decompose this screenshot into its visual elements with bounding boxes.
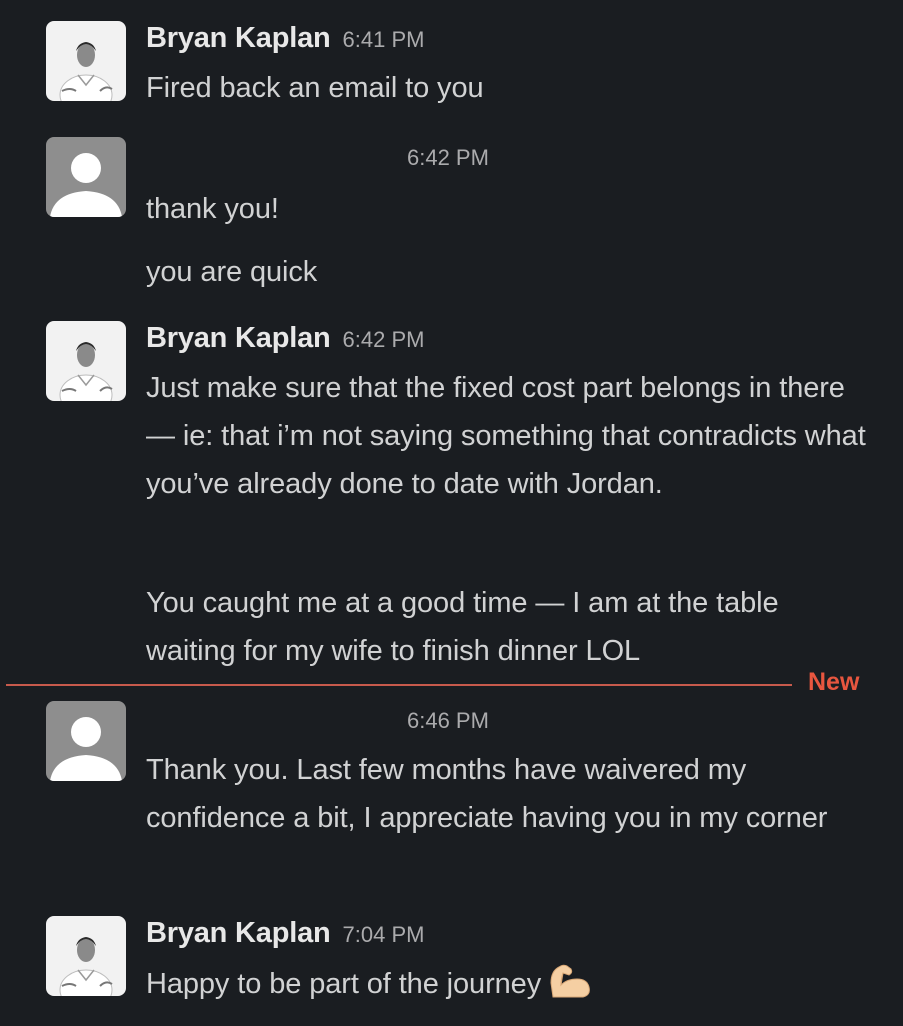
default-user-icon <box>46 137 126 217</box>
flexed-biceps-icon <box>550 964 590 998</box>
timestamp[interactable]: 6:42 PM <box>407 145 489 171</box>
user-photo-icon <box>46 916 126 996</box>
message-text: thank you! <box>146 193 279 225</box>
timestamp[interactable]: 7:04 PM <box>343 922 425 947</box>
avatar[interactable] <box>46 137 126 217</box>
user-photo-icon <box>46 21 126 101</box>
author-name[interactable]: Bryan Kaplan <box>146 917 331 949</box>
message-text: you are quick <box>146 256 318 288</box>
avatar[interactable] <box>46 321 126 401</box>
message-text-content: Happy to be part of the journey <box>146 968 542 1000</box>
new-messages-divider <box>6 684 792 686</box>
timestamp[interactable]: 6:41 PM <box>343 27 425 52</box>
message-text: Happy to be part of the journey <box>146 960 876 1008</box>
message-text: Just make sure that the fixed cost part … <box>146 372 866 500</box>
avatar[interactable] <box>46 916 126 996</box>
message-text: Thank you. Last few months have waivered… <box>146 754 828 834</box>
message-text: You caught me at a good time — I am at t… <box>146 587 779 667</box>
avatar[interactable] <box>46 701 126 781</box>
avatar[interactable] <box>46 21 126 101</box>
new-messages-label: New <box>808 668 860 696</box>
message-text: Fired back an email to you <box>146 72 484 104</box>
timestamp[interactable]: 6:42 PM <box>343 327 425 352</box>
default-user-icon <box>46 701 126 781</box>
author-name[interactable]: Bryan Kaplan <box>146 322 331 354</box>
timestamp[interactable]: 6:46 PM <box>407 708 489 734</box>
author-name[interactable]: Bryan Kaplan <box>146 22 331 54</box>
user-photo-icon <box>46 321 126 401</box>
